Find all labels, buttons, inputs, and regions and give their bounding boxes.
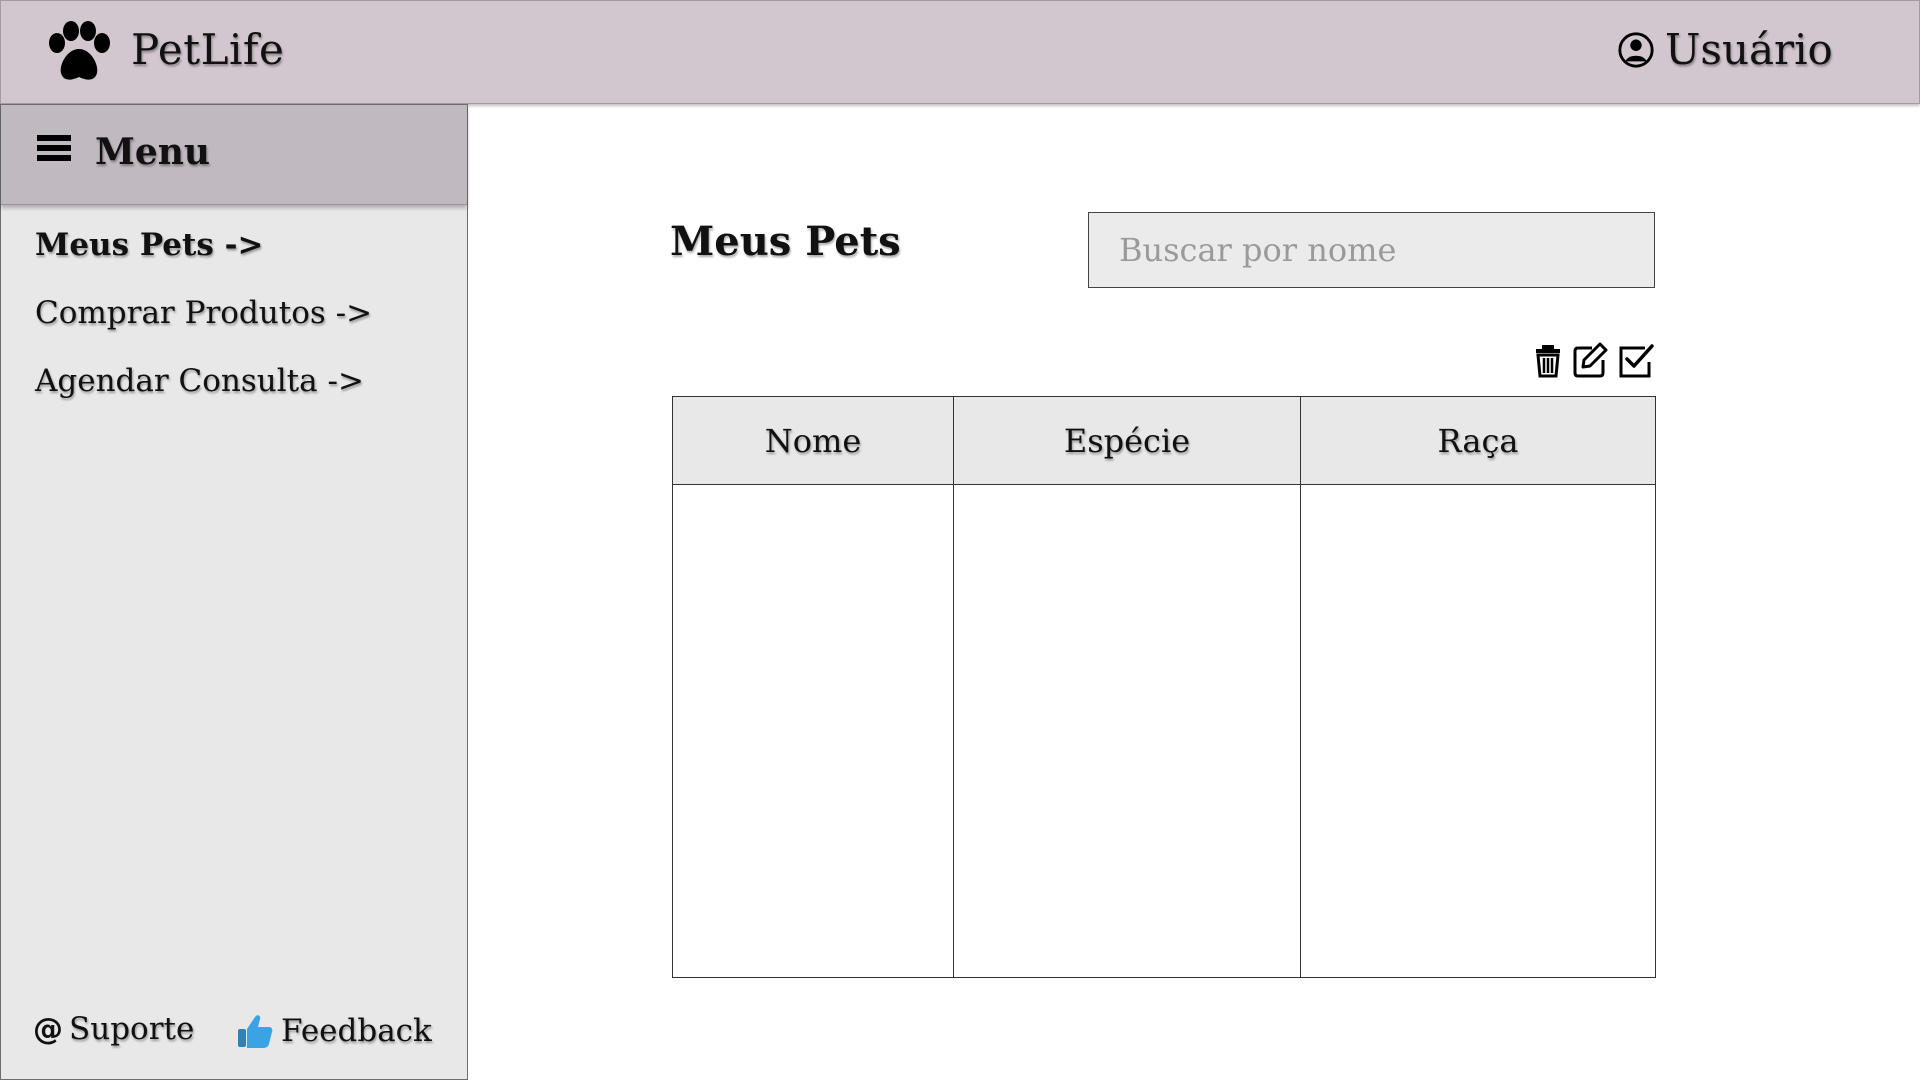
feedback-label: Feedback	[281, 1013, 432, 1049]
table-row	[672, 484, 1656, 978]
edit-icon[interactable]	[1570, 340, 1610, 380]
search-input[interactable]	[1088, 212, 1655, 288]
sidebar-item-agendar-consulta[interactable]: Agendar Consulta ->	[35, 363, 364, 399]
column-header-raca[interactable]: Raça	[1300, 396, 1656, 485]
table-cell	[953, 484, 1301, 978]
paw-icon	[49, 21, 110, 80]
page-title: Meus Pets	[670, 218, 901, 265]
column-header-especie[interactable]: Espécie	[953, 396, 1301, 485]
trash-icon[interactable]	[1528, 340, 1568, 380]
table-header-row: Nome Espécie Raça	[672, 396, 1656, 485]
table-cell	[1300, 484, 1656, 978]
user-circle-icon	[1618, 31, 1654, 68]
at-icon: @	[33, 1011, 63, 1047]
app-title: PetLife	[131, 25, 285, 74]
menu-header[interactable]: Menu	[1, 105, 467, 205]
feedback-link[interactable]: Feedback	[235, 1011, 432, 1051]
top-header: PetLife Usuário	[0, 0, 1920, 104]
sidebar-item-meus-pets[interactable]: Meus Pets ->	[35, 227, 263, 263]
user-label: Usuário	[1665, 25, 1833, 74]
table-cell	[672, 484, 954, 978]
menu-title: Menu	[95, 131, 211, 173]
column-header-nome[interactable]: Nome	[672, 396, 954, 485]
sidebar: Menu Meus Pets -> Comprar Produtos -> Ag…	[0, 104, 468, 1080]
pets-table: Nome Espécie Raça	[672, 396, 1656, 978]
hamburger-icon[interactable]	[37, 133, 71, 163]
sidebar-item-comprar-produtos[interactable]: Comprar Produtos ->	[35, 295, 372, 331]
support-link[interactable]: @ Suporte	[33, 1011, 194, 1047]
check-square-icon[interactable]	[1615, 340, 1655, 380]
user-menu[interactable]: Usuário	[1617, 25, 1833, 74]
thumbs-up-icon	[238, 1015, 273, 1048]
support-label: Suporte	[69, 1011, 195, 1047]
